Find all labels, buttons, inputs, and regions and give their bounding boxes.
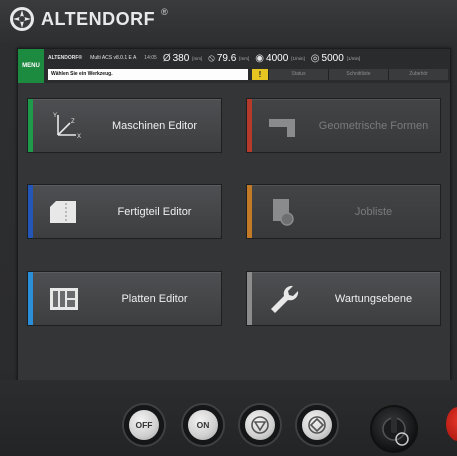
platten-editor-button[interactable]: Platten Editor <box>27 271 222 326</box>
touch-screen: MENU ALTENDORF® Multi ACS v8.0.1 E A 14:… <box>17 48 451 382</box>
measurement-unit: [mm] <box>239 55 250 61</box>
measurement-height: ⦸ 79.6 [mm] <box>208 53 249 64</box>
start-button[interactable] <box>297 405 337 445</box>
tile-label: Platten Editor <box>121 292 188 305</box>
tile-accent <box>247 185 252 238</box>
status-bar: ALTENDORF® Multi ACS v8.0.1 E A 14:05 Ø … <box>44 49 450 83</box>
tile-label: Maschinen Editor <box>112 119 197 132</box>
measurement-unit: [1/min] <box>291 55 305 61</box>
measurement-value: 380 <box>172 52 190 64</box>
measurement-value: 4000 <box>266 52 289 64</box>
altendorf-logo-icon <box>10 7 34 31</box>
key-icon <box>382 417 409 446</box>
scoring-icon: ◎ <box>310 52 320 64</box>
jobliste-button[interactable]: Jobliste <box>246 184 441 239</box>
machine-frame: ALTENDORF ® MENU ALTENDORF® Multi ACS v8… <box>0 0 457 456</box>
measurement-speed: ◉ 4000 [1/min] <box>255 53 305 64</box>
tile-accent <box>247 99 252 152</box>
on-button[interactable]: ON <box>183 405 223 445</box>
diameter-icon: Ø <box>162 52 171 64</box>
axes-icon: Y Z X <box>53 113 81 140</box>
maschinen-editor-button[interactable]: Y Z X Maschinen Editor <box>27 98 222 153</box>
tile-label: Wartungsebene <box>334 292 413 305</box>
status-info-row: ALTENDORF® Multi ACS v8.0.1 E A 14:05 Ø … <box>48 52 448 64</box>
warning-icon[interactable]: ! <box>252 69 268 80</box>
measurement-diameter: Ø 380 [mm] <box>163 53 202 64</box>
tab-zubehoer[interactable]: Zubehör <box>388 69 448 80</box>
wrench-icon <box>271 285 299 313</box>
status-model: Multi ACS v8.0.1 E A <box>90 55 137 61</box>
wartungsebene-button[interactable]: Wartungsebene <box>246 271 441 326</box>
panel-layout-icon <box>50 288 78 310</box>
tab-schnittliste[interactable]: Schnittliste <box>328 69 388 80</box>
svg-text:Y: Y <box>53 113 57 119</box>
brand-header: ALTENDORF ® <box>9 6 168 32</box>
measurement-scoring-speed: ◎ 5000 [1/min] <box>311 53 361 64</box>
tile-label: Fertigteil Editor <box>117 205 192 218</box>
tile-accent <box>247 272 252 325</box>
blade-icon: ◉ <box>255 52 265 64</box>
status-message: Wählen Sie ein Werkzeug. <box>48 69 248 80</box>
registered-mark: ® <box>161 7 168 17</box>
measurement-value: 79.6 <box>216 52 237 64</box>
geometrische-formen-button[interactable]: Geometrische Formen <box>246 98 441 153</box>
panel-part-icon <box>50 201 76 223</box>
tile-label: Jobliste <box>354 205 393 218</box>
tile-accent <box>28 99 33 152</box>
tile-label: Geometrische Formen <box>318 119 429 132</box>
joblist-icon <box>273 199 294 226</box>
shapes-icon <box>269 119 295 137</box>
fertigteil-editor-button[interactable]: Fertigteil Editor <box>27 184 222 239</box>
key-switch[interactable] <box>370 405 418 453</box>
tab-status[interactable]: Status <box>268 69 328 80</box>
status-message-row: Wählen Sie ein Werkzeug. ! Status Schnit… <box>48 69 448 80</box>
measurement-unit: [1/min] <box>346 55 361 61</box>
measurement-unit: [mm] <box>192 55 203 61</box>
stop-button[interactable] <box>240 405 280 445</box>
stop-triangle-icon <box>251 416 269 434</box>
measurement-value: 5000 <box>321 52 344 64</box>
svg-text:X: X <box>77 134 81 140</box>
svg-text:Z: Z <box>71 119 75 125</box>
tile-accent <box>28 185 33 238</box>
menu-button[interactable]: MENU <box>18 49 44 83</box>
status-brand: ALTENDORF® <box>48 55 83 61</box>
status-time: 14:05 <box>144 55 157 61</box>
brand-name: ALTENDORF <box>41 8 156 29</box>
off-button[interactable]: OFF <box>124 405 164 445</box>
tile-accent <box>28 272 33 325</box>
tilt-saw-icon: ⦸ <box>208 52 215 64</box>
start-diamond-icon <box>308 416 326 434</box>
